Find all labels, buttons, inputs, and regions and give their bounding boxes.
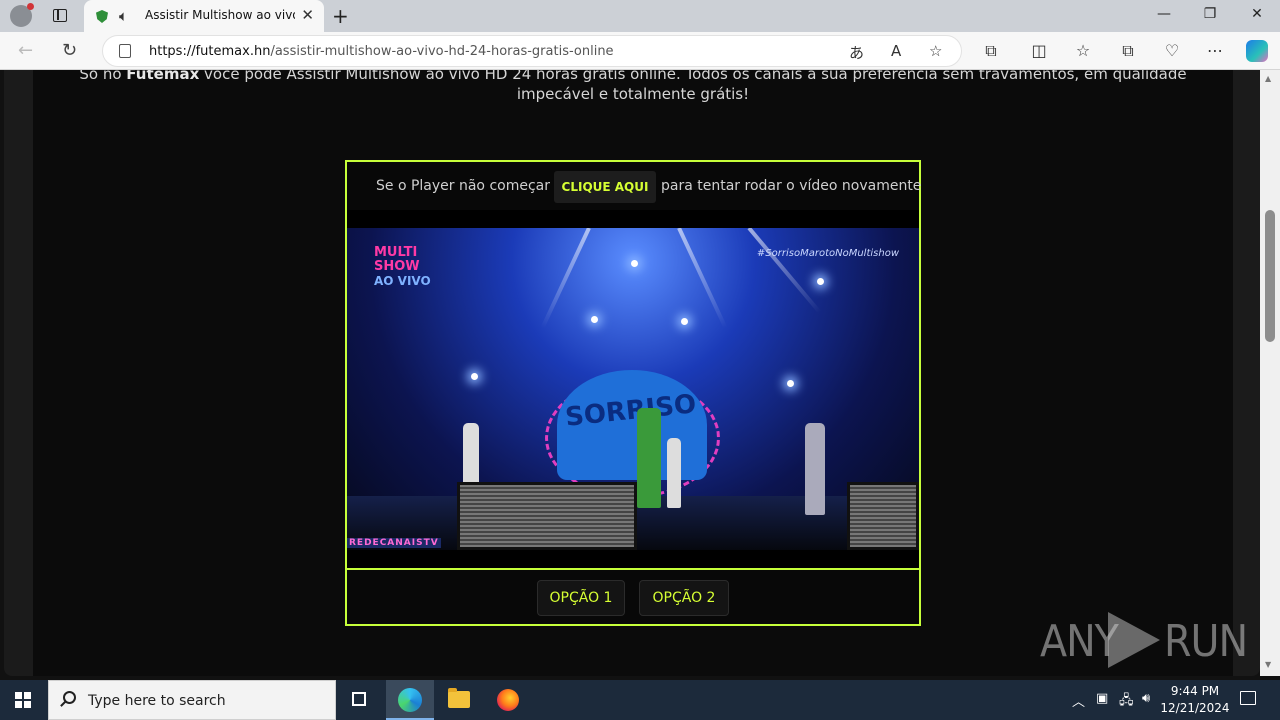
task-view-button[interactable] (336, 680, 384, 720)
scroll-up-icon[interactable]: ▲ (1265, 74, 1271, 83)
search-placeholder: Type here to search (88, 693, 226, 709)
tab-close-icon[interactable]: ✕ (301, 6, 314, 24)
page-scrollbar[interactable]: ▲ ▼ (1260, 70, 1280, 676)
taskbar-firefox[interactable] (484, 680, 532, 720)
notification-icon[interactable] (1240, 691, 1256, 705)
tray-chevron-icon[interactable]: ︿ (1072, 691, 1085, 710)
network-icon[interactable]: 🖧︎ (1119, 691, 1134, 713)
taskbar-search[interactable]: Type here to search (48, 680, 336, 720)
option-1-button[interactable]: OPÇÃO 1 (537, 580, 625, 616)
volume-icon[interactable]: 🔊︎ (1142, 691, 1150, 706)
video-watermark: REDECANAISTV (347, 538, 441, 548)
minimize-button[interactable]: — (1141, 6, 1187, 22)
close-window-button[interactable]: ✕ (1234, 6, 1280, 22)
site-favicon-icon (96, 10, 108, 23)
extensions-icon[interactable]: ⧉ (979, 41, 1003, 61)
stage-light (817, 278, 824, 285)
taskbar-file-explorer[interactable] (435, 680, 483, 720)
favorite-star-icon[interactable]: ☆ (929, 42, 942, 60)
read-aloud-icon[interactable]: A (891, 42, 901, 60)
split-screen-icon[interactable]: ◫ (1027, 41, 1051, 60)
taskbar-edge[interactable] (386, 680, 434, 720)
video-frame[interactable]: SORRISO MULTI SHOW AO VIVO #SorrisoMarot… (347, 228, 919, 550)
search-icon (63, 691, 76, 704)
tab-active[interactable]: 🔈︎ Assistir Multishow ao vivo HD 24 hora… (84, 0, 324, 32)
option-2-button[interactable]: OPÇÃO 2 (639, 580, 729, 616)
more-menu-icon[interactable]: ⋯ (1203, 41, 1227, 60)
browser-toolbar: ← ↻ https://futemax.hn/assistir-multisho… (0, 32, 1280, 70)
windows-start-icon[interactable] (15, 692, 31, 708)
address-bar[interactable]: https://futemax.hn/assistir-multishow-ao… (102, 35, 962, 67)
clock-time: 9:44 PM (1170, 684, 1220, 698)
anyrun-watermark: ANY RUN (1040, 608, 1248, 672)
back-arrow-icon[interactable]: ← (18, 40, 33, 61)
multishow-logo: MULTI SHOW AO VIVO (374, 245, 431, 289)
lock-icon[interactable] (119, 44, 131, 58)
system-clock[interactable]: 9:44 PM 12/21/2024 (1160, 683, 1230, 717)
taskbar: Type here to search ︿ ▣ 🖧︎ 🔊︎ 9:44 PM 12… (0, 680, 1280, 720)
new-tab-button[interactable]: + (332, 4, 349, 28)
folder-icon (448, 688, 470, 708)
speaker-icon[interactable]: 🔈︎ (119, 7, 128, 25)
stage-light (471, 373, 478, 380)
scroll-down-icon[interactable]: ▼ (1265, 660, 1271, 669)
collections-icon[interactable]: ⧉ (1116, 41, 1140, 61)
web-page: Só no Futemax você pode Assistir Multish… (4, 70, 1260, 676)
favorites-icon[interactable]: ☆ (1071, 41, 1095, 60)
stage-monitor (847, 482, 919, 550)
stage-monitor (457, 482, 637, 550)
notice-text-after: para tentar rodar o vídeo novamente (661, 178, 922, 194)
play-logo-icon (1108, 612, 1160, 668)
tab-strip: 🔈︎ Assistir Multishow ao vivo HD 24 hora… (0, 0, 1280, 32)
browser-essentials-icon[interactable]: ♡ (1160, 41, 1184, 60)
copilot-icon[interactable] (1246, 40, 1268, 62)
intro-text: Só no Futemax você pode Assistir Multish… (79, 70, 1187, 103)
video-player[interactable]: SORRISO MULTI SHOW AO VIVO #SorrisoMarot… (347, 210, 919, 570)
light-beam (677, 228, 728, 329)
url-text[interactable]: https://futemax.hn/assistir-multishow-ao… (149, 44, 614, 59)
profile-icon[interactable] (10, 3, 34, 27)
task-view-icon (352, 692, 366, 706)
notice-text-before: Se o Player não começar (376, 178, 550, 194)
light-beam (540, 228, 591, 329)
restore-button[interactable]: ❐ (1187, 6, 1233, 22)
tab-actions-icon[interactable] (53, 9, 67, 22)
tab-title: Assistir Multishow ao vivo HD 24 horas g… (145, 8, 295, 22)
stage-light (787, 380, 794, 387)
refresh-icon[interactable]: ↻ (62, 40, 77, 61)
scrollbar-thumb[interactable] (1265, 210, 1275, 342)
retry-button[interactable]: CLIQUE AQUI (554, 171, 656, 203)
performer (637, 408, 661, 508)
performer (667, 438, 681, 508)
player-options: OPÇÃO 1 OPÇÃO 2 (347, 572, 919, 624)
player-container: Se o Player não começar CLIQUE AQUI para… (345, 160, 921, 626)
translate-icon[interactable]: あ (849, 42, 864, 63)
stage-light (681, 318, 688, 325)
light-beam (747, 228, 822, 314)
stage-light (631, 260, 638, 267)
tray-device-icon[interactable]: ▣ (1096, 691, 1108, 706)
clock-date: 12/21/2024 (1160, 701, 1230, 715)
stage-light (591, 316, 598, 323)
video-hashtag: #SorrisoMarotoNoMultishow (756, 248, 899, 259)
player-notice: Se o Player não começar CLIQUE AQUI para… (347, 162, 922, 210)
main-content: Só no Futemax você pode Assistir Multish… (33, 70, 1233, 676)
firefox-icon (497, 689, 519, 711)
performer (805, 423, 825, 515)
edge-icon (398, 688, 422, 712)
